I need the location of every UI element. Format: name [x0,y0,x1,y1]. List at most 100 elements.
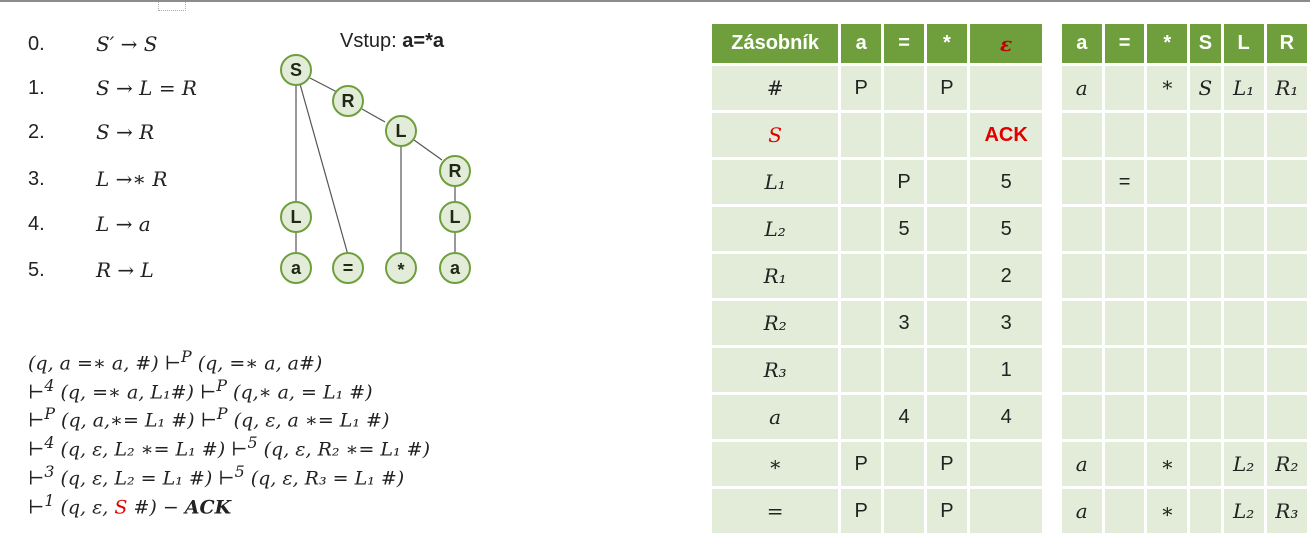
action-cell [969,66,1043,110]
goto-cell [1147,301,1188,345]
tree-node-label: a [450,258,461,278]
goto-cell [1190,301,1221,345]
goto-cell [1223,348,1264,392]
column-gap [1045,348,1059,392]
table-row: # P Pa * S L₁ R₁ [712,66,1307,110]
derivation-sup: P [44,404,55,424]
action-cell: 4 [969,395,1043,439]
goto-cell [1190,207,1221,251]
tree-node-label: L [450,207,461,227]
goto-cell [1266,348,1307,392]
goto-cell [1266,160,1307,204]
goto-cell [1061,207,1102,251]
derivation-text: (q, ε, R₃ = L₁ #) [244,467,405,490]
goto-cell [1104,113,1145,157]
derivation-line-5: ⊢1 (q, ε, S #) − ACK [28,490,430,519]
goto-cell: L₂ [1223,442,1264,486]
action-cell [841,395,882,439]
goto-cell [1061,160,1102,204]
goto-cell: a [1061,66,1102,110]
tree-node-label: L [291,207,302,227]
table-row: S ACK [712,113,1307,157]
derivation-accept: ACK [184,496,232,518]
derivation-start-symbol: S [114,496,128,518]
stack-symbol-cell: R₁ [712,254,839,298]
goto-cell [1223,395,1264,439]
goto-cell [1266,113,1307,157]
tree-edge [361,108,386,123]
stack-symbol-cell: ∗ [712,442,839,486]
goto-cell [1147,160,1188,204]
action-cell [926,348,967,392]
tree-edge [309,77,338,93]
action-cell: P [841,489,882,533]
action-cell [926,207,967,251]
action-cell [926,395,967,439]
action-cell [884,442,924,486]
derivation-text: (q, ε, L₂ = L₁ #) ⊢ [54,467,235,490]
derivation-line-2: ⊢P (q, a,∗= L₁ #) ⊢P (q, ε, a ∗= L₁ #) [28,403,430,432]
header-goto-L: L [1223,24,1264,63]
action-cell: 3 [969,301,1043,345]
action-cell: P [926,489,967,533]
action-cell [884,489,924,533]
derivation-text: ⊢ [28,496,45,518]
derivation-text: ⊢ [28,381,45,404]
table-row: R₃ 1 [712,348,1307,392]
table-header-row: Zásobník a = * ε a = * S L R [712,24,1307,63]
goto-cell [1104,301,1145,345]
parse-tree: S R L R L L a = * a [280,54,471,284]
goto-cell [1104,395,1145,439]
action-cell: 1 [969,348,1043,392]
action-cell: ACK [969,113,1043,157]
table-row: R₁ 2 [712,254,1307,298]
goto-cell: * [1147,66,1188,110]
action-cell: P [926,66,967,110]
action-cell [841,254,882,298]
goto-cell [1147,113,1188,157]
tree-node-label: R [342,91,355,111]
stack-symbol-cell: R₂ [712,301,839,345]
parse-table: Zásobník a = * ε a = * S L R # P Pa * S L₁ R₁ S… [709,21,1310,536]
action-cell [969,489,1043,533]
goto-cell [1266,207,1307,251]
goto-cell [1147,395,1188,439]
action-cell: 5 [969,207,1043,251]
stack-symbol-cell: S [712,113,839,157]
goto-cell: L₁ [1223,66,1264,110]
action-cell: 5 [884,207,924,251]
derivation-text: (q,∗ a, = L₁ #) [227,381,373,404]
action-cell [841,113,882,157]
goto-cell [1190,348,1221,392]
stack-symbol-cell: L₂ [712,207,839,251]
goto-cell: R₃ [1266,489,1307,533]
derivation-sup: P [216,404,228,424]
action-cell: 5 [969,160,1043,204]
table-row: R₂ 3 3 [712,301,1307,345]
goto-cell [1223,160,1264,204]
derivation-line-1: ⊢4 (q, =∗ a, L₁#) ⊢P (q,∗ a, = L₁ #) [28,375,430,404]
goto-cell [1147,254,1188,298]
column-gap [1045,160,1059,204]
tree-node-label: = [343,258,354,278]
derivation-text: (q, ε, R₂ ∗= L₁ #) [257,438,431,461]
header-action-star: * [926,24,967,63]
header-goto-R: R [1266,24,1307,63]
table-row: = P Pa ∗ L₂ R₃ [712,489,1307,533]
tree-node-label: a [291,258,302,278]
goto-cell [1223,301,1264,345]
action-cell [884,113,924,157]
goto-cell [1266,301,1307,345]
action-cell: P [884,160,924,204]
header-action-epsilon: ε [969,24,1043,63]
tree-edges [295,77,456,256]
derivation-text: ⊢ [28,409,45,432]
derivation-sup: 5 [247,433,258,453]
goto-cell [1190,254,1221,298]
action-cell [926,160,967,204]
action-cell: 4 [884,395,924,439]
goto-cell: a [1061,489,1102,533]
tree-node-label: * [397,260,404,280]
goto-cell [1190,160,1221,204]
table-row: ∗ P Pa ∗ L₂ R₂ [712,442,1307,486]
